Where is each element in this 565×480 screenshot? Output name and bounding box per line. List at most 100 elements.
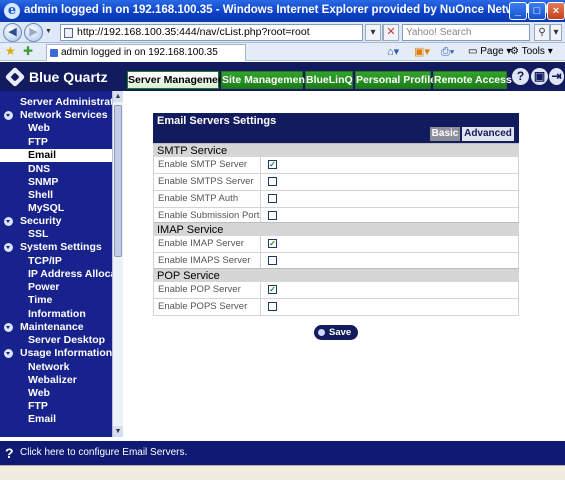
sidebar-item-tcpip[interactable]: TCP/IP <box>0 255 112 268</box>
search-input[interactable]: Yahoo! Search <box>402 24 530 41</box>
sidebar-item-mysql[interactable]: MySQL <box>0 202 112 215</box>
forward-button[interactable]: ▶ <box>24 23 43 42</box>
monitor-icon[interactable]: ▣ <box>531 68 548 85</box>
sidebar-item-shell[interactable]: Shell <box>0 189 112 202</box>
scroll-down-icon[interactable]: ▼ <box>113 426 123 437</box>
window-title-bar: e admin logged in on 192.168.100.35 - Wi… <box>0 0 565 22</box>
sidebar-item-label: Webalizer <box>28 374 77 386</box>
sidebar-item-system-settings[interactable]: System Settings <box>0 241 112 254</box>
close-window-button[interactable]: × <box>547 2 565 20</box>
tab-personal-profile[interactable]: Personal Profile <box>355 71 436 89</box>
back-button[interactable]: ◀ <box>3 23 22 42</box>
sidebar-item-network-services[interactable]: Network Services <box>0 109 112 122</box>
sidebar-item-label: Usage Information <box>20 347 112 359</box>
sidebar-item-ssl[interactable]: SSL <box>0 228 112 241</box>
enable-smtps-server-checkbox[interactable] <box>268 177 277 186</box>
tab-advanced[interactable]: Advanced <box>462 127 514 141</box>
internet-explorer-icon: e <box>4 3 20 19</box>
sidebar-item-server-desktop[interactable]: Server Desktop <box>0 334 112 347</box>
sidebar-item-label: Time <box>28 294 53 306</box>
print-icon[interactable]: ⎙▾ <box>441 45 454 59</box>
sidebar-item-usage-information[interactable]: Usage Information <box>0 347 112 360</box>
address-bar[interactable]: http://192.168.100.35:444/nav/cList.php?… <box>60 24 363 41</box>
sidebar-item-ftp[interactable]: FTP <box>0 136 112 149</box>
sidebar-item-security[interactable]: Security <box>0 215 112 228</box>
sidebar-item-label: DNS <box>28 163 51 175</box>
home-icon[interactable]: ⌂▾ <box>387 45 399 59</box>
setting-label: Enable POP Server <box>158 284 241 295</box>
page-menu[interactable]: ▭ Page ▾ <box>468 45 511 59</box>
app-header: Blue Quartz Server Management Site Manag… <box>0 62 565 91</box>
save-button-label: Save <box>329 327 352 338</box>
sidebar-item-usage-email[interactable]: Email <box>0 413 112 426</box>
add-favorite-icon[interactable]: ✚ <box>23 44 33 58</box>
sidebar-item-information[interactable]: Information <box>0 308 112 321</box>
setting-label: Enable POPS Server <box>158 301 248 312</box>
sidebar-scrollbar[interactable]: ▲ ▼ <box>112 91 123 437</box>
minimize-button[interactable]: _ <box>509 2 527 20</box>
sidebar-item-usage-ftp[interactable]: FTP <box>0 400 112 413</box>
sidebar-item-network[interactable]: Network <box>0 361 112 374</box>
setting-label: Enable SMTPS Server <box>158 176 254 187</box>
stop-icon[interactable]: ✕ <box>383 24 399 41</box>
help-icon[interactable]: ? <box>512 68 529 85</box>
sidebar-item-label: System Settings <box>20 241 102 253</box>
help-footer-text: Click here to configure Email Servers. <box>20 447 188 458</box>
sidebar-item-web[interactable]: Web <box>0 122 112 135</box>
sidebar-item-label: Web <box>28 387 50 399</box>
browser-tab[interactable]: admin logged in on 192.168.100.35 <box>46 44 246 61</box>
maximize-button[interactable]: □ <box>528 2 546 20</box>
collapse-icon[interactable] <box>4 323 13 332</box>
collapse-icon[interactable] <box>4 349 13 358</box>
sidebar-item-snmp[interactable]: SNMP <box>0 176 112 189</box>
collapse-icon[interactable] <box>4 111 13 120</box>
setting-label: Enable IMAPS Server <box>158 255 251 266</box>
settings-row: Enable POPS Server <box>153 299 519 316</box>
history-dropdown-icon[interactable]: ▼ <box>45 28 52 35</box>
sidebar-item-usage-web[interactable]: Web <box>0 387 112 400</box>
favorites-star-icon[interactable]: ★ <box>5 44 16 58</box>
sidebar-item-label: Information <box>28 308 86 320</box>
tab-site-management[interactable]: Site Management <box>221 71 308 89</box>
tab-command-bar: ★ ✚ admin logged in on 192.168.100.35 ⌂▾… <box>0 43 565 61</box>
search-options-icon[interactable]: ▾ <box>550 24 562 41</box>
sidebar-item-label: SNMP <box>28 176 59 188</box>
search-icon[interactable]: ⚲ <box>534 24 550 41</box>
enable-smtp-server-checkbox[interactable]: ✓ <box>268 160 277 169</box>
logout-icon[interactable]: ⇥ <box>549 68 564 85</box>
collapse-icon[interactable] <box>4 217 13 226</box>
address-text: http://192.168.100.35:444/nav/cList.php?… <box>77 26 310 38</box>
sidebar-item-server-administrators[interactable]: Server Administrators <box>0 96 112 109</box>
feeds-icon[interactable]: ▣▾ <box>414 45 430 59</box>
tab-basic[interactable]: Basic <box>430 127 460 141</box>
settings-row: Enable SMTP Server ✓ <box>153 157 519 174</box>
sidebar-item-dns[interactable]: DNS <box>0 163 112 176</box>
page-icon <box>64 28 73 38</box>
address-dropdown-icon[interactable]: ▾ <box>365 24 381 41</box>
enable-pop-server-checkbox[interactable]: ✓ <box>268 285 277 294</box>
sidebar-item-time[interactable]: Time <box>0 294 112 307</box>
tab-bluelinq[interactable]: BlueLinQ <box>305 71 353 89</box>
enable-pops-server-checkbox[interactable] <box>268 302 277 311</box>
enable-submission-port-checkbox[interactable] <box>268 211 277 220</box>
save-button[interactable]: Save <box>314 325 358 340</box>
tab-remote-access[interactable]: Remote Access <box>433 71 512 89</box>
collapse-icon[interactable] <box>4 243 13 252</box>
sidebar-item-maintenance[interactable]: Maintenance <box>0 321 112 334</box>
settings-row: Enable POP Server ✓ <box>153 282 519 299</box>
section-header-imap: IMAP Service <box>153 222 519 236</box>
sidebar-item-power[interactable]: Power <box>0 281 112 294</box>
sidebar-item-ip-address-allocation[interactable]: IP Address Allocation <box>0 268 112 281</box>
tools-menu[interactable]: ⚙ Tools ▾ <box>510 45 553 59</box>
scroll-thumb[interactable] <box>114 105 122 257</box>
sidebar-item-email[interactable]: Email <box>0 149 112 162</box>
enable-smtp-auth-checkbox[interactable] <box>268 194 277 203</box>
tab-server-management[interactable]: Server Management <box>127 71 228 89</box>
help-footer[interactable]: ? Click here to configure Email Servers. <box>0 441 565 465</box>
enable-imap-server-checkbox[interactable]: ✓ <box>268 239 277 248</box>
sidebar-item-webalizer[interactable]: Webalizer <box>0 374 112 387</box>
tab-page-icon <box>50 49 58 57</box>
scroll-up-icon[interactable]: ▲ <box>113 91 123 102</box>
sidebar-item-label: Power <box>28 281 60 293</box>
enable-imaps-server-checkbox[interactable] <box>268 256 277 265</box>
